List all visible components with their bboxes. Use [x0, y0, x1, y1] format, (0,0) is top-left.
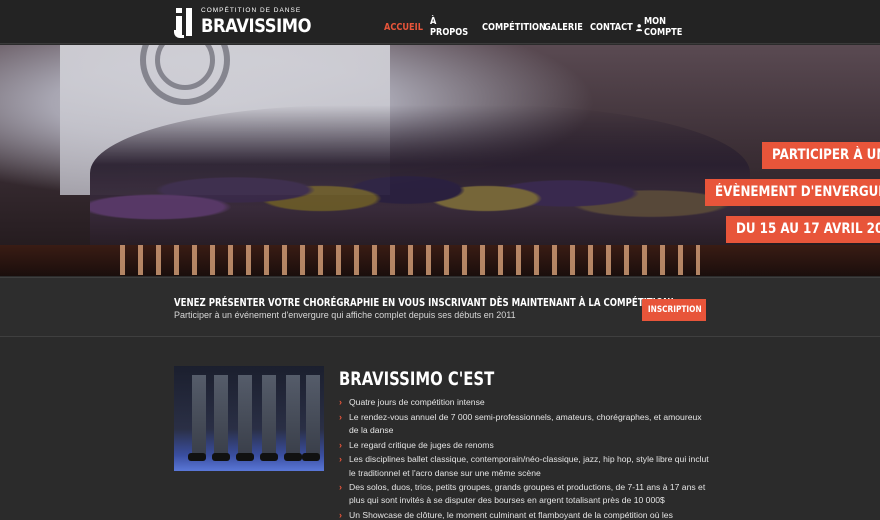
- nav-galerie[interactable]: Galerie: [544, 22, 583, 33]
- chevron-right-icon: ›: [339, 397, 342, 407]
- hero-banner-line3: du 15 au 17 avril 2016: [726, 216, 880, 243]
- cta-strip: Venez présenter votre chorégraphie en vo…: [0, 277, 880, 337]
- cta-subtitle: Participer à un événement d'envergure qu…: [174, 310, 516, 320]
- site-logo[interactable]: Compétition de danse BRAVISSIMO: [174, 4, 329, 40]
- list-item: › Le rendez-vous annuel de 7 000 semi-pro…: [339, 411, 702, 435]
- list-item: › Les disciplines ballet classique, conte…: [339, 454, 709, 478]
- about-section: Bravissimo c'est › Quatre jours de compét…: [0, 338, 880, 520]
- chevron-right-icon: ›: [339, 482, 342, 493]
- chevron-right-icon: ›: [339, 411, 342, 422]
- page: Compétition de danse BRAVISSIMO Accueil …: [0, 0, 880, 520]
- about-title: Bravissimo c'est: [339, 368, 495, 390]
- nav-accueil[interactable]: Accueil: [384, 22, 423, 33]
- user-icon: [636, 23, 643, 31]
- dancers-feet-photo: [174, 366, 324, 471]
- inscription-button[interactable]: Inscription: [642, 299, 706, 321]
- chevron-right-icon: ›: [339, 439, 342, 450]
- logo-mark-icon: [174, 6, 196, 38]
- chevron-right-icon: ›: [339, 454, 342, 465]
- list-item: › Le regard critique de juges de renoms: [339, 439, 709, 452]
- hero-banner-line1: Participer à un: [762, 142, 880, 169]
- hero-image: Participer à un évènement d'envergure du…: [0, 45, 880, 276]
- nav-contact[interactable]: Contact: [590, 22, 633, 33]
- list-item: › Un Showcase de clôture, le moment culmi…: [339, 509, 709, 520]
- logo-title: BRAVISSIMO: [201, 14, 312, 37]
- list-item: › Quatre jours de compétition intense: [339, 396, 709, 409]
- hero-banner-line2: évènement d'envergure: [705, 179, 880, 206]
- chevron-right-icon: ›: [339, 510, 342, 520]
- list-item: › Des solos, duos, trios, petits groupes,…: [339, 482, 706, 506]
- cta-title: Venez présenter votre chorégraphie en vo…: [174, 296, 675, 309]
- nav-a-propos[interactable]: À propos: [430, 16, 473, 38]
- site-header: Compétition de danse BRAVISSIMO Accueil …: [0, 0, 880, 44]
- main-nav: Accueil À propos Compétition Galerie Con…: [384, 16, 706, 38]
- nav-competition[interactable]: Compétition: [482, 22, 546, 33]
- nav-mon-compte[interactable]: Mon compte: [644, 16, 695, 38]
- about-list: › Quatre jours de compétition intense › Le…: [339, 396, 709, 520]
- nav-mon-compte-item[interactable]: Mon compte: [636, 16, 706, 38]
